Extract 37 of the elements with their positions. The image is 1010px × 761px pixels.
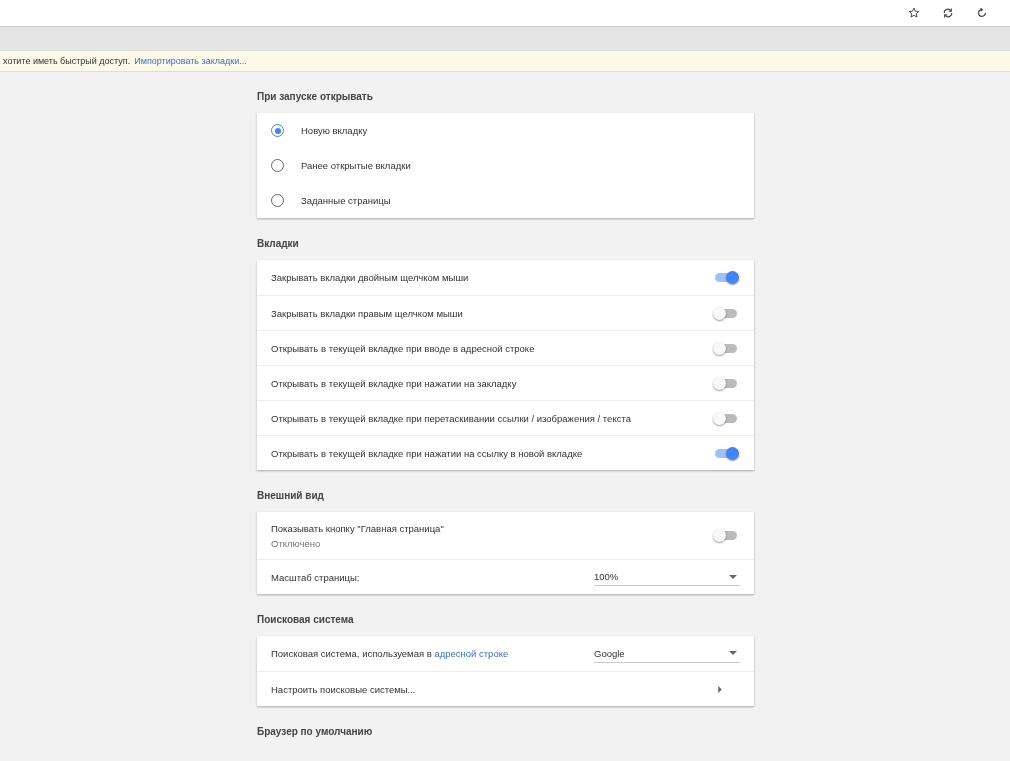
setting-label: Открывать в текущей вкладке при перетаскивании ссылки / изображения / текста — [271, 412, 631, 424]
setting-label: Закрывать вкладки двойным щелчком мыши — [271, 272, 469, 283]
chevron-icon — [718, 685, 722, 693]
caret-icon — [729, 651, 737, 655]
star-icon[interactable] — [908, 7, 920, 19]
toggle-switch[interactable] — [715, 273, 737, 282]
setting-label[interactable]: Настроить поисковые системы... — [271, 683, 718, 695]
toggle-switch[interactable] — [715, 378, 737, 388]
setting-label: Масштаб страницы: — [271, 571, 361, 583]
setting-label: Поисковая система, используемая в адресной строке — [271, 648, 510, 659]
toggle-switch[interactable] — [715, 413, 737, 423]
toggle-switch[interactable] — [715, 448, 737, 458]
setting-label: Закрывать вкладки правым щелчком мыши — [271, 307, 463, 319]
address-bar-link[interactable]: адресной строке — [434, 648, 509, 659]
section-title: Поисковая система — [257, 614, 355, 625]
radio-label: Ранее открытые вкладки — [301, 160, 411, 171]
dropdown[interactable]: 100% — [594, 568, 740, 586]
import-bookmarks-link[interactable]: Импортировать закладки... — [134, 56, 247, 66]
section-title: Браузер по умолчанию — [257, 726, 374, 737]
sync-icon[interactable] — [942, 7, 954, 19]
setting-label: Показывать кнопку "Главная страница" — [271, 522, 444, 534]
setting-label: Открывать в текущей вкладке при нажатии на закладку — [271, 377, 517, 389]
section-title: Вкладки — [257, 238, 300, 249]
dropdown[interactable]: Google — [594, 644, 740, 663]
reload-icon[interactable] — [976, 7, 988, 19]
toggle-switch[interactable] — [715, 531, 737, 540]
toggle-switch[interactable] — [715, 343, 737, 353]
setting-label: Открывать в текущей вкладке при вводе в адресной строке — [271, 342, 535, 354]
radio-label: Заданные страницы — [301, 195, 391, 206]
bookmark-hint: хотите иметь быстрый доступ. — [3, 56, 131, 66]
section-title: Внешний вид — [257, 490, 325, 501]
setting-status: Отключено — [271, 537, 321, 549]
radio-label: Новую вкладку — [301, 125, 368, 136]
toggle-switch[interactable] — [715, 308, 737, 318]
section-title: При запуске открывать — [257, 91, 374, 102]
caret-icon — [729, 574, 737, 579]
setting-label: Открывать в текущей вкладке при нажатии на ссылку в новой вкладке — [271, 447, 583, 459]
